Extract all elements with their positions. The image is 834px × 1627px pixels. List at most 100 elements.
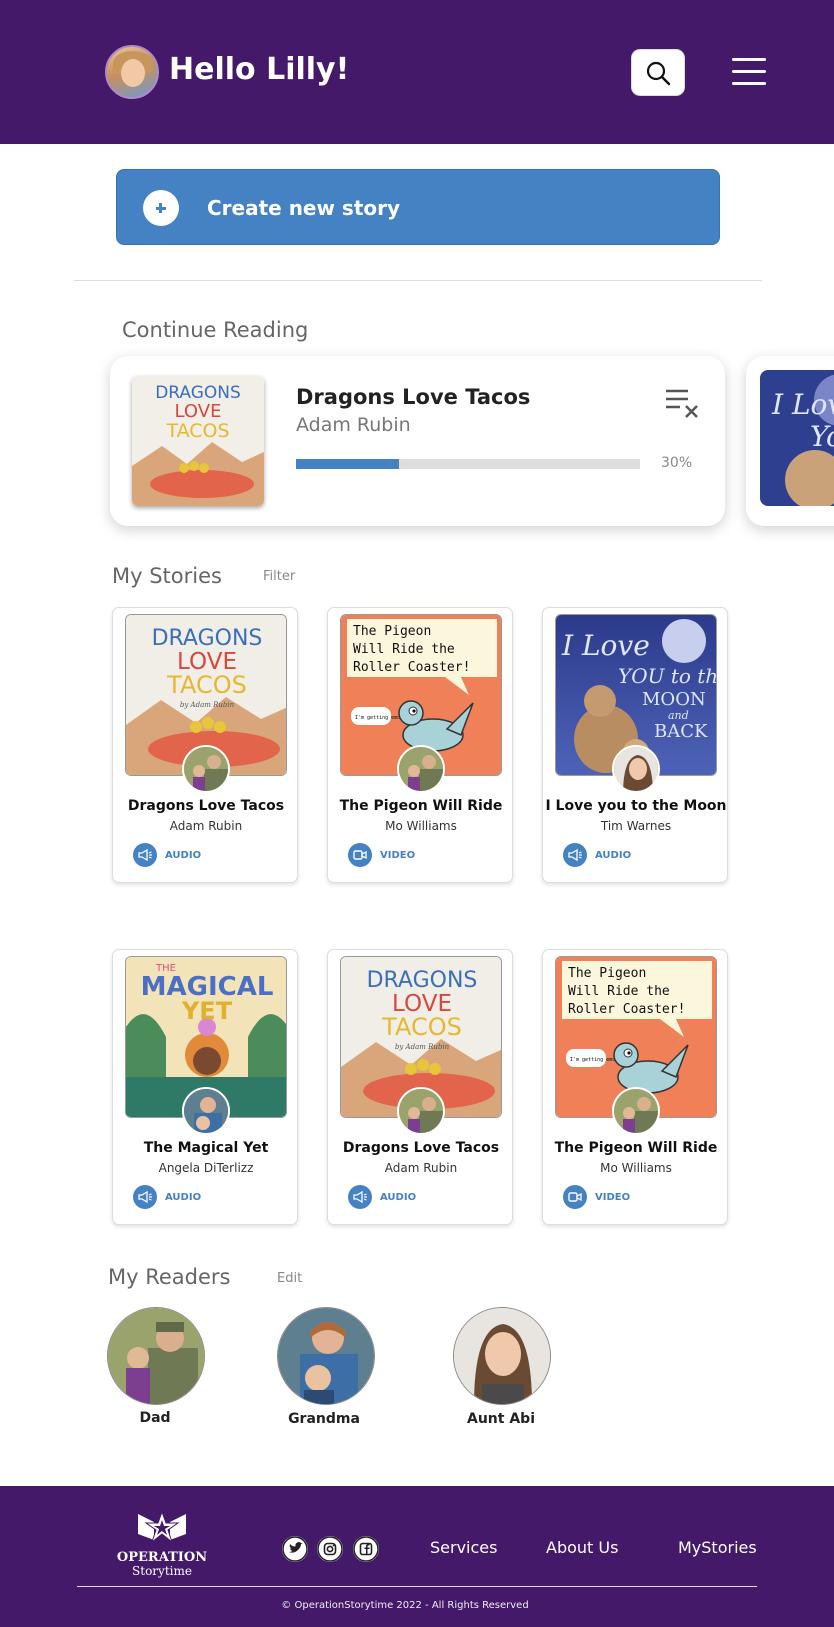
media-type-badge[interactable]: AUDIO (563, 843, 631, 867)
book-cover: I Love Yo (760, 370, 834, 506)
reader-name-aunt-abi: Aunt Abi (467, 1411, 535, 1427)
logo-text-line1: OPERATION (116, 1550, 208, 1565)
megaphone-icon (353, 1190, 367, 1204)
svg-text:TACOS: TACOS (165, 420, 229, 442)
story-card[interactable]: I Love YOU to the MOON and BACK I Love y… (542, 607, 728, 883)
greeting-title: Hello Lilly! (169, 52, 350, 87)
story-title: Dragons Love Tacos (127, 798, 285, 814)
story-card[interactable]: DRAGONS LOVE TACOS by Adam Rubin Dragons… (327, 949, 513, 1225)
story-title: The Pigeon Will Ride (554, 1140, 718, 1156)
reader-avatar (182, 1087, 230, 1135)
book-author: Adam Rubin (296, 414, 411, 436)
operation-storytime-logo[interactable]: OPERATION Storytime (112, 1508, 212, 1578)
reader-avatar (397, 745, 445, 793)
story-card[interactable]: DRAGONS LOVE TACOS by Adam Rubin Dragons… (112, 607, 298, 883)
reading-progress-bar (296, 459, 640, 469)
svg-text:The Pigeon: The Pigeon (353, 624, 431, 639)
reader-avatar-dad[interactable] (107, 1307, 205, 1405)
media-type-label: AUDIO (165, 849, 202, 861)
story-title: Dragons Love Tacos (342, 1140, 500, 1156)
svg-text:Yo: Yo (810, 420, 834, 453)
reading-progress-fill (296, 459, 400, 469)
reader-avatar-grandma[interactable] (277, 1307, 375, 1405)
reader-name-dad: Dad (139, 1410, 171, 1426)
user-avatar[interactable] (105, 45, 159, 99)
plus-icon (143, 190, 179, 226)
megaphone-icon (568, 848, 582, 862)
remove-from-list-icon[interactable] (664, 386, 700, 420)
video-icon (353, 850, 367, 860)
story-author: Tim Warnes (600, 819, 672, 833)
reader-avatar (182, 745, 230, 793)
book-title: Dragons Love Tacos (296, 385, 531, 409)
footer-divider (77, 1586, 757, 1587)
search-icon (646, 61, 671, 85)
svg-text:by Adam Rubin: by Adam Rubin (180, 701, 235, 709)
story-author: Mo Williams (600, 1161, 672, 1175)
logo-text-line2: Storytime (132, 1564, 192, 1578)
continue-reading-card[interactable]: DRAGONS LOVE TACOS Dragons Love Tacos Ad… (110, 356, 725, 526)
media-type-label: AUDIO (595, 849, 632, 861)
filter-link[interactable]: Filter (263, 569, 295, 584)
story-title: The Pigeon Will Ride (339, 798, 503, 814)
svg-text:TACOS: TACOS (381, 1013, 462, 1041)
footer-link-about-us[interactable]: About Us (546, 1538, 618, 1557)
twitter-icon[interactable] (282, 1536, 308, 1562)
media-type-badge[interactable]: AUDIO (133, 843, 201, 867)
media-type-label: AUDIO (380, 1191, 417, 1203)
svg-text:Roller Coaster!: Roller Coaster! (353, 660, 470, 675)
svg-text:Will Ride the: Will Ride the (568, 984, 670, 999)
media-type-badge[interactable]: VIDEO (348, 843, 415, 867)
svg-text:I Love: I Love (771, 388, 834, 421)
section-divider (74, 280, 762, 281)
instagram-icon[interactable] (317, 1536, 343, 1562)
cover-text: DRAGONS (155, 383, 241, 403)
svg-text:DRAGONS: DRAGONS (367, 968, 478, 993)
site-footer: OPERATION Storytime Services About Us My… (0, 1486, 834, 1627)
copyright-text: © OperationStorytime 2022 - All Rights R… (281, 1600, 529, 1611)
video-icon (568, 1192, 582, 1202)
story-author: Adam Rubin (169, 819, 243, 833)
hamburger-menu-icon[interactable] (732, 58, 766, 86)
reader-avatar-aunt-abi[interactable] (453, 1307, 551, 1405)
story-card[interactable]: The Pigeon Will Ride the Roller Coaster!… (542, 949, 728, 1225)
svg-text:Roller Coaster!: Roller Coaster! (568, 1002, 685, 1017)
svg-text:by Adam Rubin: by Adam Rubin (395, 1043, 450, 1051)
edit-readers-link[interactable]: Edit (277, 1271, 302, 1286)
megaphone-icon (138, 1190, 152, 1204)
story-card[interactable]: THE MAGICAL YET The Magical Yet Angela D… (112, 949, 298, 1225)
svg-text:LOVE: LOVE (175, 401, 222, 422)
media-type-badge[interactable]: AUDIO (348, 1185, 416, 1209)
continue-reading-title: Continue Reading (122, 318, 309, 342)
story-title: The Magical Yet (143, 1140, 269, 1156)
svg-text:I Love: I Love (561, 629, 650, 662)
story-card[interactable]: The Pigeon Will Ride the Roller Coaster!… (327, 607, 513, 883)
media-type-label: VIDEO (380, 849, 416, 861)
footer-link-mystories[interactable]: MyStories (678, 1538, 757, 1557)
create-new-story-label: Create new story (207, 196, 401, 220)
media-type-badge[interactable]: AUDIO (133, 1185, 201, 1209)
story-author: Adam Rubin (384, 1161, 458, 1175)
story-author: Mo Williams (385, 819, 457, 833)
my-stories-title: My Stories (112, 564, 222, 588)
svg-text:BACK: BACK (654, 721, 708, 742)
reader-avatar (397, 1087, 445, 1135)
footer-link-services[interactable]: Services (430, 1538, 497, 1557)
svg-text:TACOS: TACOS (166, 671, 247, 699)
svg-text:DRAGONS: DRAGONS (152, 626, 263, 651)
svg-text:The Pigeon: The Pigeon (568, 966, 646, 981)
my-readers-title: My Readers (108, 1265, 231, 1289)
media-type-label: VIDEO (595, 1191, 631, 1203)
app-header: Hello Lilly! (0, 0, 834, 144)
continue-reading-card-next[interactable]: I Love Yo (746, 356, 834, 526)
facebook-icon[interactable] (353, 1536, 379, 1562)
reader-avatar (612, 745, 660, 793)
svg-text:Will Ride the: Will Ride the (353, 642, 455, 657)
create-new-story-button[interactable]: Create new story (116, 169, 720, 245)
media-type-badge[interactable]: VIDEO (563, 1185, 630, 1209)
reading-progress-label: 30% (661, 455, 693, 471)
svg-text:YET: YET (181, 997, 233, 1025)
search-button[interactable] (631, 49, 685, 96)
star-logo-icon (138, 1510, 186, 1544)
reader-avatar (612, 1087, 660, 1135)
